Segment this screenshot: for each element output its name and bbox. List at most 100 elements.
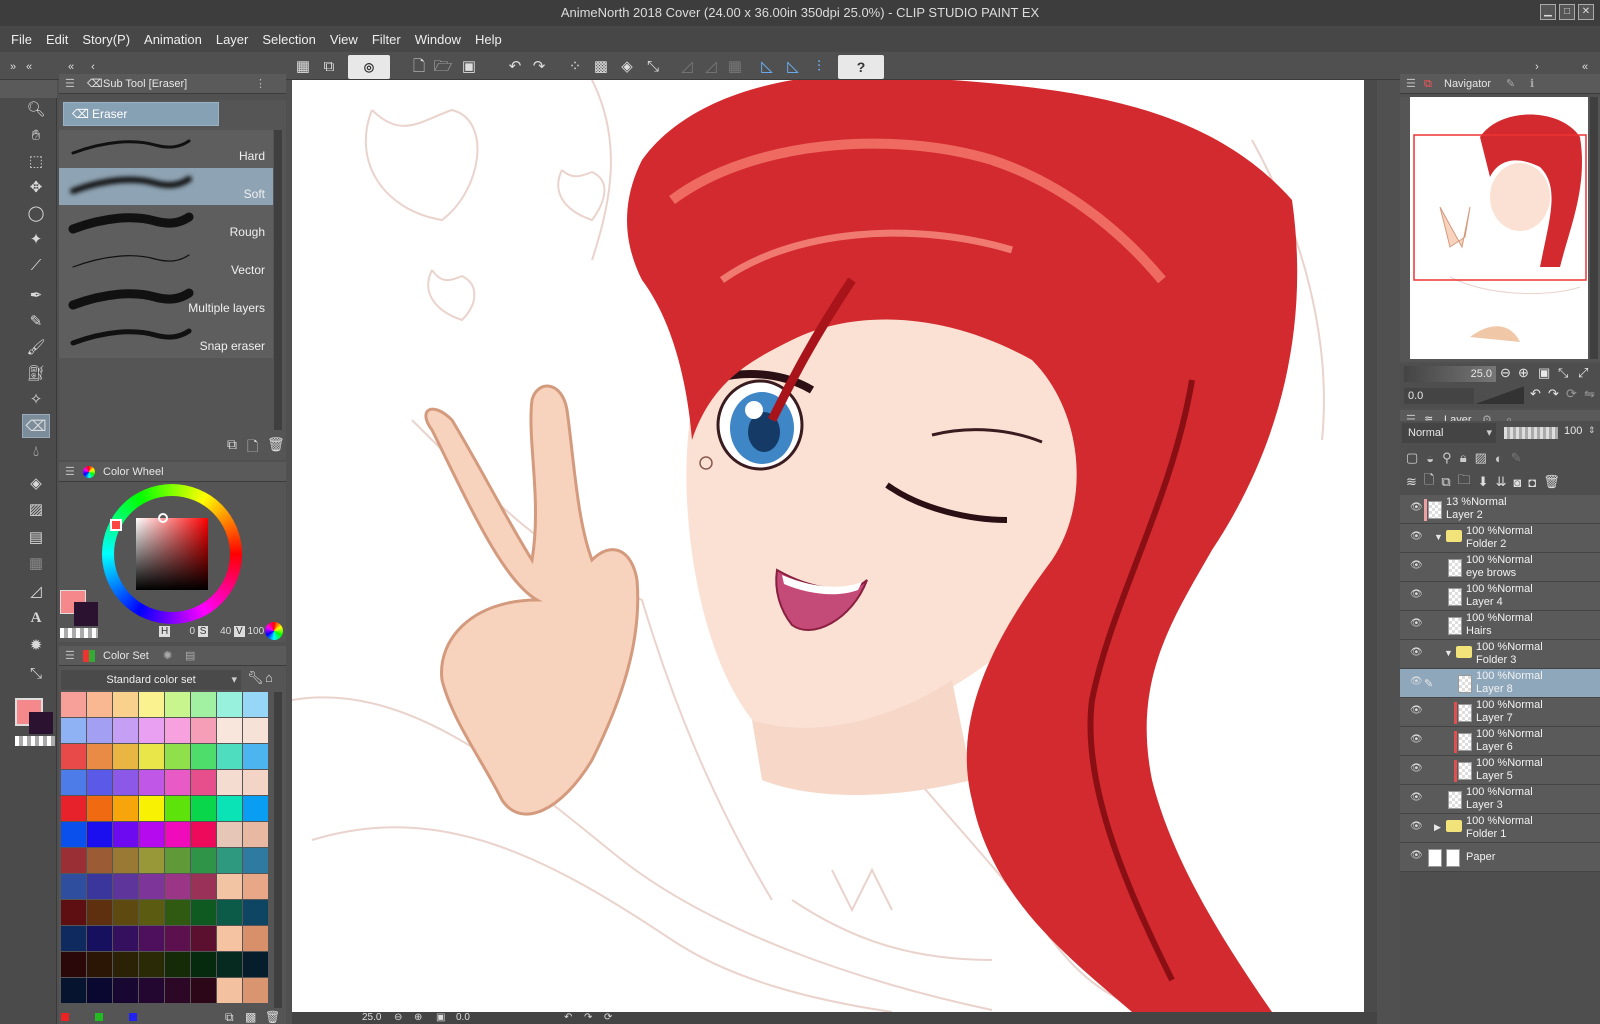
color-swatch[interactable] (87, 718, 112, 743)
color-swatch[interactable] (165, 952, 190, 977)
colorwheel-tab[interactable]: Color Wheel (103, 462, 164, 482)
approximate-color-tab-icon[interactable]: ▤ (185, 646, 195, 666)
layer-row-layer-2[interactable]: 👁︎ 13 %Normal Layer 2 (1400, 495, 1600, 524)
visibility-eye-icon[interactable]: 👁︎ (1410, 851, 1424, 861)
minimize-button[interactable]: ▁ (1540, 4, 1556, 20)
menu-item-selection[interactable]: Selection (255, 32, 322, 47)
color-swatch[interactable] (61, 900, 86, 925)
menu-item-animation[interactable]: Animation (137, 32, 209, 47)
subtool-item-soft[interactable]: Soft (59, 168, 273, 206)
sv-cursor[interactable] (158, 513, 168, 523)
color-swatch[interactable] (165, 822, 190, 847)
delete-color-icon[interactable]: 🗑︎ (265, 1010, 280, 1024)
menu-item-window[interactable]: Window (408, 32, 468, 47)
folder-toggle-icon[interactable]: ▼ (1444, 648, 1453, 658)
color-swatch[interactable] (139, 822, 164, 847)
visibility-eye-icon[interactable]: 👁︎ (1410, 822, 1424, 832)
new-vector-layer-icon[interactable]: ⧉ (1441, 474, 1450, 490)
color-swatch[interactable] (243, 822, 268, 847)
layer-row-layer-8[interactable]: 👁︎ ✎ 100 %Normal Layer 8 (1400, 669, 1600, 698)
folder-toggle-icon[interactable]: ▶ (1434, 822, 1441, 833)
color-swatch[interactable] (165, 718, 190, 743)
layer-row-paper[interactable]: 👁︎ Paper (1400, 843, 1600, 872)
saturation-value-square[interactable] (136, 518, 208, 590)
color-swatch[interactable] (165, 874, 190, 899)
opacity-value[interactable]: 100 (1564, 425, 1582, 437)
color-swatch[interactable] (61, 718, 86, 743)
color-swatch[interactable] (191, 692, 216, 717)
nav-actual-size-icon[interactable]: ⤢ (1578, 365, 1588, 381)
blend-mode-select[interactable]: Normal ▾ (1402, 423, 1496, 443)
help-icon[interactable]: ? (838, 55, 884, 79)
color-swatch[interactable] (217, 874, 242, 899)
colorset-tab[interactable]: Color Set (103, 646, 149, 666)
operation-tool-icon[interactable]: ⬚ (22, 150, 50, 174)
color-swatch[interactable] (217, 822, 242, 847)
pencil-icon[interactable]: ✎ (22, 310, 50, 334)
subtool-item-snap-eraser[interactable]: Snap eraser (59, 320, 273, 358)
select-all-icon[interactable]: ▩ (590, 56, 612, 78)
add-color-icon[interactable]: ⧉ (225, 1010, 234, 1024)
color-swatch[interactable] (243, 978, 268, 1003)
color-swatch[interactable] (61, 770, 86, 795)
color-swatch[interactable] (191, 926, 216, 951)
color-swatch[interactable] (139, 692, 164, 717)
subtool-item-multiple-layers[interactable]: Multiple layers (59, 282, 273, 320)
fill-icon[interactable]: ◈ (616, 56, 638, 78)
color-swatch[interactable] (165, 978, 190, 1003)
color-swatch[interactable] (113, 718, 138, 743)
layer-row-folder-3[interactable]: 👁︎ ▼ 100 %Normal Folder 3 (1400, 640, 1600, 669)
color-swatch[interactable] (113, 900, 138, 925)
color-mode-toggle-icon[interactable] (265, 622, 283, 640)
color-swatch[interactable] (61, 874, 86, 899)
save-icon[interactable]: ▣ (458, 56, 480, 78)
color-swatch[interactable] (61, 926, 86, 951)
color-swatch[interactable] (87, 874, 112, 899)
layer-row-layer-7[interactable]: 👁︎ 100 %Normal Layer 7 (1400, 698, 1600, 727)
canvas-vertical-scrollbar[interactable] (1364, 80, 1377, 1012)
color-swatch[interactable] (243, 770, 268, 795)
color-swatch[interactable] (113, 952, 138, 977)
color-swatch[interactable] (139, 718, 164, 743)
text-tool-icon[interactable]: A (22, 606, 50, 630)
color-swatch[interactable] (165, 770, 190, 795)
color-swatch[interactable] (87, 822, 112, 847)
fill-tool-icon[interactable]: ◈ (22, 472, 50, 496)
color-swatch[interactable] (243, 900, 268, 925)
color-swatch[interactable] (113, 848, 138, 873)
ruler-snap-icon[interactable]: ◺ (756, 56, 778, 78)
color-swatch[interactable] (87, 692, 112, 717)
status-angle[interactable]: 0.0 (456, 1012, 470, 1024)
rotate-left-icon[interactable]: ↶ (564, 1012, 572, 1024)
nav-flip-icon[interactable]: ⇋ (1584, 386, 1595, 402)
color-swatch[interactable] (113, 744, 138, 769)
color-set-select[interactable]: Standard color set ▾ (61, 670, 241, 690)
layer-stack-icon[interactable]: ≋ (1406, 474, 1417, 490)
menu-item-view[interactable]: View (323, 32, 365, 47)
subview-tab-icon[interactable]: ✎ (1506, 74, 1515, 94)
color-swatch[interactable] (87, 744, 112, 769)
transfer-down-icon[interactable]: ⬇ (1478, 474, 1489, 490)
visibility-eye-icon[interactable]: 👁︎ (1410, 590, 1424, 600)
colorwheel-menu-icon[interactable]: ☰ (65, 462, 75, 482)
delete-subtool-icon[interactable]: 🗑︎ (267, 436, 285, 453)
color-swatch[interactable] (113, 978, 138, 1003)
airbrush-icon[interactable]: ⛽︎ (22, 362, 50, 386)
layout-icon[interactable]: ⧉ (318, 56, 340, 78)
color-swatch[interactable] (87, 978, 112, 1003)
menu-item-edit[interactable]: Edit (39, 32, 75, 47)
navigator-scrollbar[interactable] (1590, 97, 1598, 359)
reference-layer-icon[interactable]: ⚲ (1442, 450, 1452, 466)
color-swatch[interactable] (139, 952, 164, 977)
color-swatch[interactable] (217, 718, 242, 743)
color-swatch[interactable] (217, 978, 242, 1003)
maximize-button[interactable]: □ (1559, 4, 1575, 20)
color-swatch[interactable] (191, 770, 216, 795)
apply-mask-icon[interactable]: ◘ (1528, 475, 1536, 490)
color-swatch[interactable] (217, 770, 242, 795)
eraser-tool-icon[interactable]: ⌫ (22, 414, 50, 438)
grid-menu-icon[interactable]: ▦ (292, 56, 314, 78)
color-swatch[interactable] (217, 796, 242, 821)
color-set-lock-icon[interactable]: ⌂ (265, 670, 273, 685)
subtool-item-vector[interactable]: Vector (59, 244, 273, 282)
